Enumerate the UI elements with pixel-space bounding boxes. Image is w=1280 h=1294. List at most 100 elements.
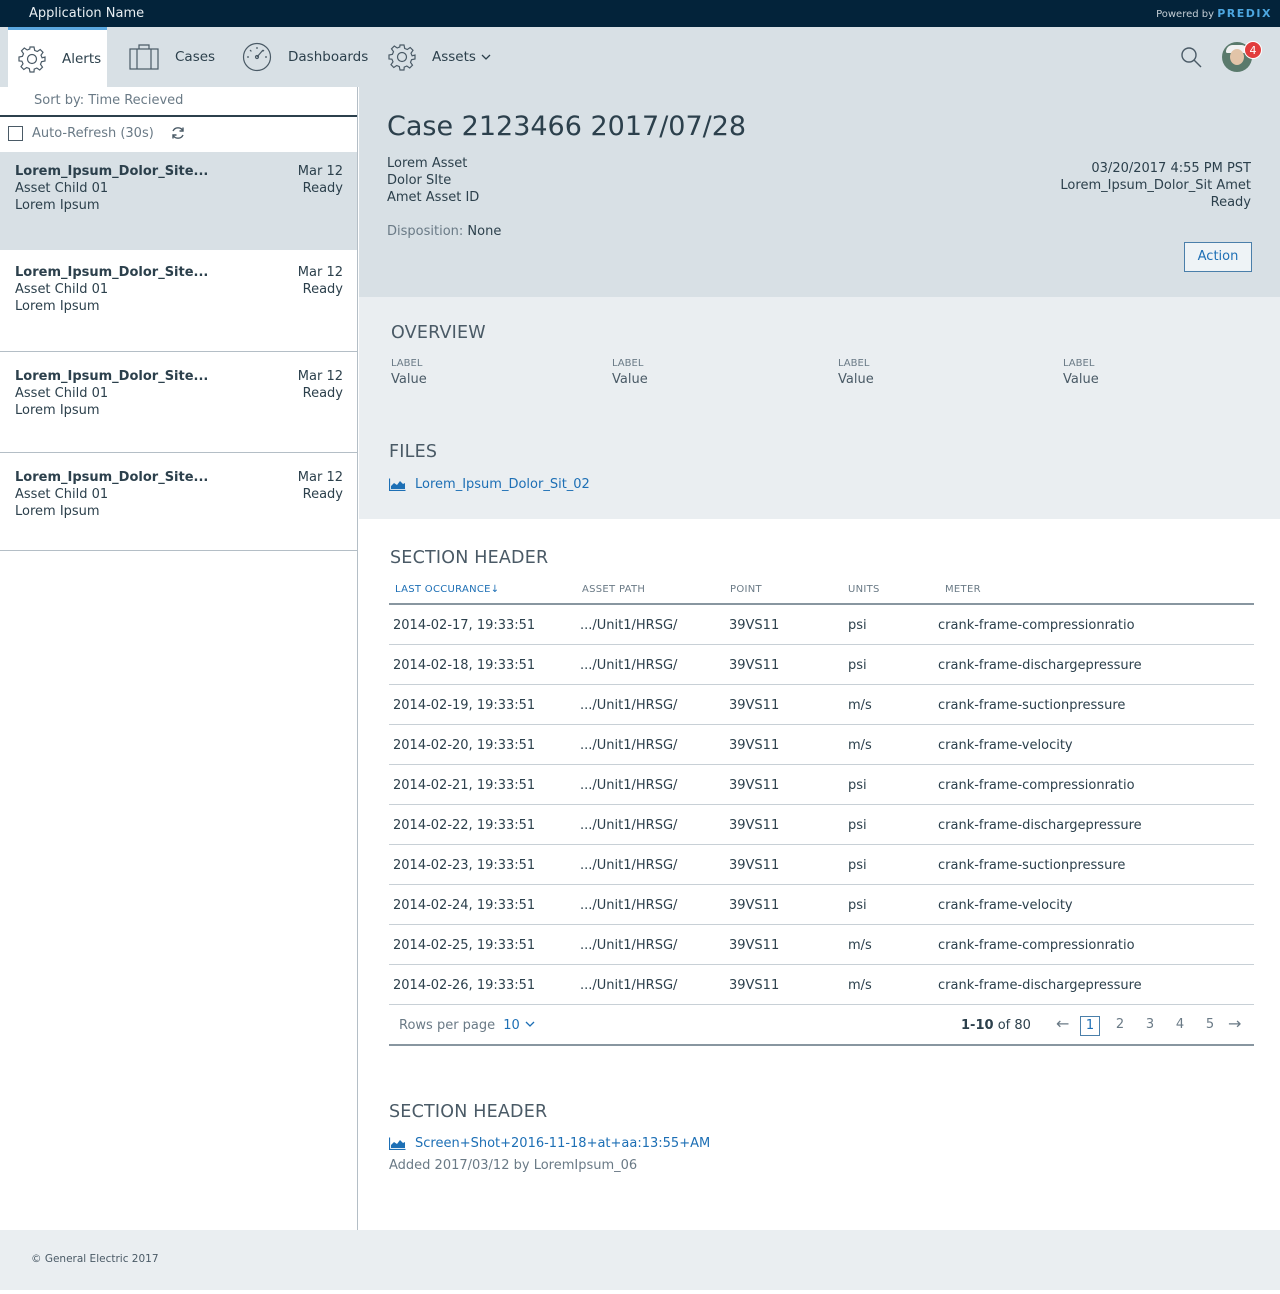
column-header-asset-path[interactable]: ASSET PATH [582, 584, 645, 595]
table-cell: .../Unit1/HRSG/ [580, 698, 678, 713]
alert-list-item[interactable]: Lorem_Ipsum_Dolor_Site... Asset Child 01… [0, 352, 357, 453]
table-cell: 2014-02-17, 19:33:51 [393, 618, 536, 633]
case-status: Ready [1210, 195, 1251, 210]
table-row[interactable]: 2014-02-17, 19:33:51 .../Unit1/HRSG/39VS1… [389, 605, 1254, 645]
alert-list-item[interactable]: Lorem_Ipsum_Dolor_Site... Asset Child 01… [0, 453, 357, 551]
alert-subtitle: Asset Child 01 [15, 386, 109, 401]
nav-tab-alerts[interactable]: Alerts [8, 27, 107, 87]
table-row[interactable]: 2014-02-18, 19:33:51 .../Unit1/HRSG/39VS1… [389, 645, 1254, 685]
table-row[interactable]: 2014-02-20, 19:33:51 .../Unit1/HRSG/39VS1… [389, 725, 1254, 765]
alert-title: Lorem_Ipsum_Dolor_Site... [15, 369, 209, 384]
table-row[interactable]: 2014-02-26, 19:33:51 .../Unit1/HRSG/39VS1… [389, 965, 1254, 1005]
table-cell: crank-frame-velocity [938, 738, 1073, 753]
rows-per-page-select[interactable]: 10 [503, 1018, 536, 1033]
table-row[interactable]: 2014-02-19, 19:33:51 .../Unit1/HRSG/39VS1… [389, 685, 1254, 725]
page-button-4[interactable]: 4 [1170, 1016, 1190, 1036]
table-cell: 2014-02-18, 19:33:51 [393, 658, 536, 673]
table-cell: psi [848, 778, 867, 793]
rows-per-page-label: Rows per page [399, 1018, 496, 1033]
disposition: Disposition: None [387, 224, 501, 239]
alert-list-item[interactable]: Lorem_Ipsum_Dolor_Site... Asset Child 01… [0, 250, 357, 352]
nav-tab-assets[interactable]: Assets [388, 27, 492, 87]
table-cell: .../Unit1/HRSG/ [580, 738, 678, 753]
auto-refresh-label: Auto-Refresh (30s) [32, 126, 154, 141]
table-cell: m/s [848, 938, 872, 953]
table-row[interactable]: 2014-02-25, 19:33:51 .../Unit1/HRSG/39VS1… [389, 925, 1254, 965]
main-nav: Alerts Cases Dashboards Assets 4 [0, 27, 1280, 87]
case-owner: Lorem_Ipsum_Dolor_Sit Amet [1060, 178, 1251, 193]
table-cell: 39VS11 [729, 778, 780, 793]
alert-date: Mar 12 [297, 369, 343, 384]
alert-date: Mar 12 [297, 470, 343, 485]
gauge-icon [242, 42, 272, 72]
alert-subtitle: Lorem Ipsum [15, 198, 100, 213]
table-row[interactable]: 2014-02-21, 19:33:51 .../Unit1/HRSG/39VS1… [389, 765, 1254, 805]
rows-per-page: Rows per page 10 [399, 1018, 536, 1033]
page-button-2[interactable]: 2 [1110, 1016, 1130, 1036]
overview-field-label: LABEL [391, 358, 423, 369]
notification-badge[interactable]: 4 [1244, 41, 1262, 59]
page-button-3[interactable]: 3 [1140, 1016, 1160, 1036]
table-cell: psi [848, 898, 867, 913]
attachments-title: SECTION HEADER [389, 1102, 548, 1122]
chart-file-icon [389, 478, 406, 491]
table-cell: 2014-02-23, 19:33:51 [393, 858, 536, 873]
sort-by-dropdown[interactable]: Sort by: Time Recieved [34, 93, 183, 108]
chevron-down-icon [481, 54, 491, 60]
action-button[interactable]: Action [1184, 242, 1252, 272]
case-title: Case 2123466 2017/07/28 [387, 111, 747, 142]
app-bar: Application Name Powered by PREDIX [0, 0, 1280, 27]
nav-tab-cases[interactable]: Cases [129, 27, 215, 87]
alert-date: Mar 12 [297, 265, 343, 280]
table-cell: 39VS11 [729, 938, 780, 953]
range-value: 1-10 [961, 1018, 994, 1033]
table-row[interactable]: 2014-02-24, 19:33:51 .../Unit1/HRSG/39VS1… [389, 885, 1254, 925]
table-cell: 2014-02-24, 19:33:51 [393, 898, 536, 913]
pagination-range: 1-10 of 80 [961, 1018, 1031, 1033]
gear-icon [388, 44, 416, 71]
rows-per-page-value: 10 [503, 1018, 520, 1033]
table-row[interactable]: 2014-02-22, 19:33:51 .../Unit1/HRSG/39VS1… [389, 805, 1254, 845]
file-link[interactable]: Lorem_Ipsum_Dolor_Sit_02 [389, 477, 590, 492]
table-cell: .../Unit1/HRSG/ [580, 618, 678, 633]
table-cell: 39VS11 [729, 978, 780, 993]
case-timestamp: 03/20/2017 4:55 PM PST [1091, 161, 1251, 176]
table-section-title: SECTION HEADER [390, 548, 549, 568]
nav-tab-dashboards[interactable]: Dashboards [242, 27, 368, 87]
table-row[interactable]: 2014-02-23, 19:33:51 .../Unit1/HRSG/39VS1… [389, 845, 1254, 885]
column-header-units[interactable]: UNITS [848, 584, 880, 595]
page-button-1[interactable]: 1 [1080, 1016, 1100, 1036]
page-button-5[interactable]: 5 [1200, 1016, 1220, 1036]
overview-title: OVERVIEW [391, 323, 486, 343]
divider [0, 115, 357, 117]
next-page-arrow-icon[interactable]: → [1228, 1014, 1241, 1033]
overview-field-value: Value [391, 372, 427, 387]
search-icon[interactable] [1180, 46, 1202, 68]
table-cell: 39VS11 [729, 698, 780, 713]
table-cell: 2014-02-25, 19:33:51 [393, 938, 536, 953]
attachment-link[interactable]: Screen+Shot+2016-11-18+at+aa:13:55+AM [389, 1136, 710, 1151]
alert-title: Lorem_Ipsum_Dolor_Site... [15, 164, 209, 179]
table-cell: 39VS11 [729, 858, 780, 873]
column-header-meter[interactable]: METER [945, 584, 981, 595]
table-cell: crank-frame-velocity [938, 898, 1073, 913]
column-header-point[interactable]: POINT [730, 584, 762, 595]
alert-list-item[interactable]: Lorem_Ipsum_Dolor_Site... Asset Child 01… [0, 152, 357, 250]
alert-subtitle: Asset Child 01 [15, 487, 109, 502]
table-cell: crank-frame-compressionratio [938, 778, 1135, 793]
app-name: Application Name [29, 6, 145, 21]
refresh-icon[interactable] [171, 126, 185, 140]
copyright: © General Electric 2017 [31, 1253, 159, 1265]
alert-date: Mar 12 [297, 164, 343, 179]
auto-refresh-checkbox[interactable] [8, 126, 23, 141]
attachment-meta: Added 2017/03/12 by LoremIpsum_06 [389, 1158, 638, 1173]
nav-tab-label: Cases [175, 49, 216, 65]
chart-file-icon [389, 1137, 406, 1150]
table-cell: .../Unit1/HRSG/ [580, 978, 678, 993]
case-asset: Lorem Asset [387, 156, 468, 171]
prev-page-arrow-icon[interactable]: ← [1056, 1014, 1069, 1033]
alert-title: Lorem_Ipsum_Dolor_Site... [15, 470, 209, 485]
column-header-last-occurance[interactable]: LAST OCCURANCE↓ [395, 584, 499, 595]
overview-section: OVERVIEW LABEL Value LABEL Value LABEL V… [359, 297, 1280, 519]
table-cell: 39VS11 [729, 898, 780, 913]
